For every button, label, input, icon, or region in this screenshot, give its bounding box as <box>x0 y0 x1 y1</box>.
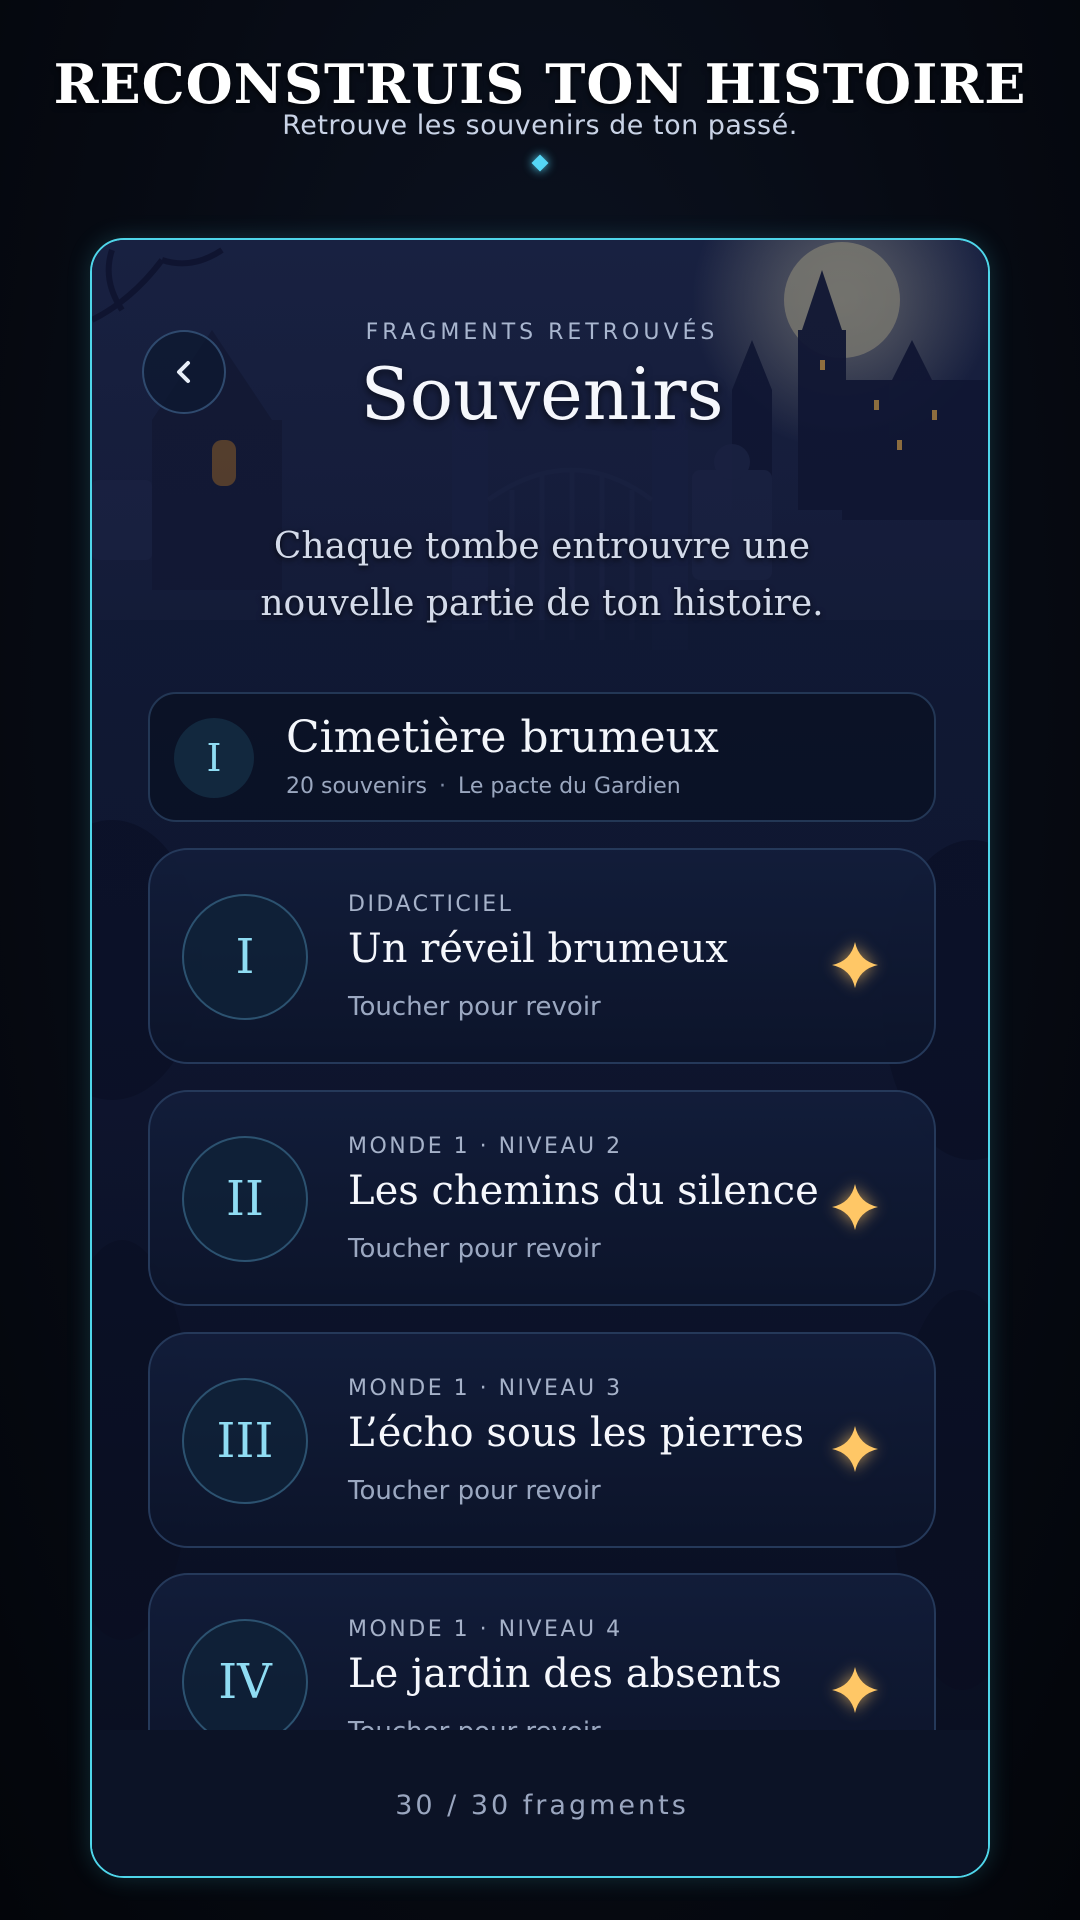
level-eyebrow: MONDE 1 · NIVEAU 2 <box>348 1134 623 1159</box>
app-subtitle: Retrouve les souvenirs de ton passé. <box>282 110 798 141</box>
sparkle-icon <box>832 1426 878 1472</box>
world-header-card: I Cimetière brumeux 20 souvenirs · Le pa… <box>148 692 936 822</box>
level-hint: Toucher pour revoir <box>348 992 601 1022</box>
sparkle-icon <box>832 1184 878 1230</box>
level-eyebrow: MONDE 1 · NIVEAU 3 <box>348 1376 623 1401</box>
meta-separator: · <box>438 774 446 799</box>
level-title: Un réveil brumeux <box>348 926 728 972</box>
world-meta: 20 souvenirs · Le pacte du Gardien <box>286 774 681 799</box>
title-diamond-ornament <box>531 154 549 172</box>
level-numeral-badge: III <box>182 1378 308 1504</box>
sparkle-icon <box>832 1667 878 1713</box>
level-eyebrow: DIDACTICIEL <box>348 892 514 917</box>
world-memory-count: 20 souvenirs <box>286 774 427 799</box>
page-title: Souvenirs <box>360 352 724 436</box>
level-title: L’écho sous les pierres <box>348 1410 805 1456</box>
section-description: Chaque tombe entrouvre une nouvelle part… <box>260 526 824 624</box>
level-numeral-badge: I <box>182 894 308 1020</box>
level-numeral-badge: IV <box>182 1619 308 1730</box>
level-hint: Toucher pour revoir <box>348 1717 601 1730</box>
fragment-progress-count: 30 / 30 fragments <box>395 1789 689 1821</box>
world-chapter: Le pacte du Gardien <box>457 774 681 799</box>
world-numeral-badge: I <box>174 718 254 798</box>
memory-card[interactable]: IV MONDE 1 · NIVEAU 4 Le jardin des abse… <box>148 1573 936 1730</box>
memory-card[interactable]: III MONDE 1 · NIVEAU 3 L’écho sous les p… <box>148 1332 936 1548</box>
sparkle-icon <box>832 942 878 988</box>
footer-bar: 30 / 30 fragments <box>92 1730 988 1876</box>
memory-card[interactable]: I DIDACTICIEL Un réveil brumeux Toucher … <box>148 848 936 1064</box>
level-hint: Toucher pour revoir <box>348 1476 601 1506</box>
world-name: Cimetière brumeux <box>286 712 719 763</box>
memories-panel: FRAGMENTS RETROUVÉS Souvenirs Chaque tom… <box>90 238 990 1878</box>
section-eyebrow: FRAGMENTS RETROUVÉS <box>365 320 719 345</box>
level-title: Les chemins du silence <box>348 1168 819 1214</box>
memory-card[interactable]: II MONDE 1 · NIVEAU 2 Les chemins du sil… <box>148 1090 936 1306</box>
level-hint: Toucher pour revoir <box>348 1234 601 1264</box>
level-numeral-badge: II <box>182 1136 308 1262</box>
level-eyebrow: MONDE 1 · NIVEAU 4 <box>348 1617 623 1642</box>
level-title: Le jardin des absents <box>348 1651 782 1697</box>
app-title: RECONSTRUIS TON HISTOIRE <box>53 52 1027 116</box>
memory-list[interactable]: I DIDACTICIEL Un réveil brumeux Toucher … <box>92 848 988 1730</box>
